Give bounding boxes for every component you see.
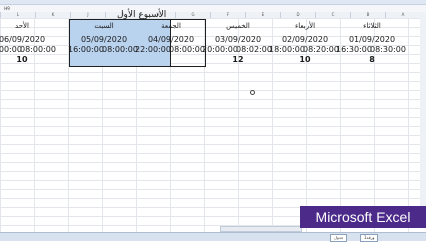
- end-time-cell[interactable]: 08:00:00: [102, 45, 138, 54]
- mouse-cursor-icon: [250, 90, 255, 95]
- name-box[interactable]: H9: [0, 5, 14, 12]
- start-time-cell[interactable]: 18:00:00: [269, 45, 305, 54]
- day-name-cell[interactable]: الثلاثاء: [342, 22, 402, 31]
- start-time-cell[interactable]: 20:00:00: [202, 45, 238, 54]
- date-cell[interactable]: 06/09/2020: [0, 35, 52, 44]
- total-hours-cell[interactable]: 10: [7, 55, 37, 64]
- day-name-cell[interactable]: الجمعة: [141, 22, 201, 31]
- week-title: الأسبوع الأول: [117, 10, 167, 20]
- end-time-cell[interactable]: 08:00:00: [169, 45, 205, 54]
- start-time-cell[interactable]: 18:00:00: [0, 45, 22, 54]
- date-cell[interactable]: 04/09/2020: [141, 35, 201, 44]
- start-time-cell[interactable]: 16:00:00: [68, 45, 104, 54]
- start-time-cell[interactable]: 22:00:00: [135, 45, 171, 54]
- day-name-cell[interactable]: الأربعاء: [275, 22, 335, 31]
- microsoft-excel-logo: Microsoft Excel: [300, 206, 426, 228]
- sheet-tab[interactable]: ورقة1: [360, 234, 379, 242]
- date-cell[interactable]: 05/09/2020: [74, 35, 134, 44]
- total-hours-cell[interactable]: 12: [223, 55, 253, 64]
- total-hours-cell[interactable]: 8: [357, 55, 387, 64]
- total-hours-cell[interactable]: 10: [290, 55, 320, 64]
- day-name-cell[interactable]: الخميس: [208, 22, 268, 31]
- end-time-cell[interactable]: 08:00:00: [20, 45, 56, 54]
- end-time-cell[interactable]: 08:02:00: [236, 45, 272, 54]
- vertical-scrollbar[interactable]: [420, 18, 426, 226]
- date-cell[interactable]: 03/09/2020: [208, 35, 268, 44]
- date-cell[interactable]: 02/09/2020: [275, 35, 335, 44]
- sheet-tab[interactable]: جدول: [330, 234, 348, 242]
- date-cell[interactable]: 01/09/2020: [342, 35, 402, 44]
- end-time-cell[interactable]: 08:20:00: [303, 45, 339, 54]
- end-time-cell[interactable]: 08:30:00: [370, 45, 406, 54]
- day-name-cell[interactable]: الأحد: [0, 22, 52, 31]
- start-time-cell[interactable]: 16:30:00: [336, 45, 372, 54]
- day-name-cell[interactable]: السبت: [74, 22, 134, 31]
